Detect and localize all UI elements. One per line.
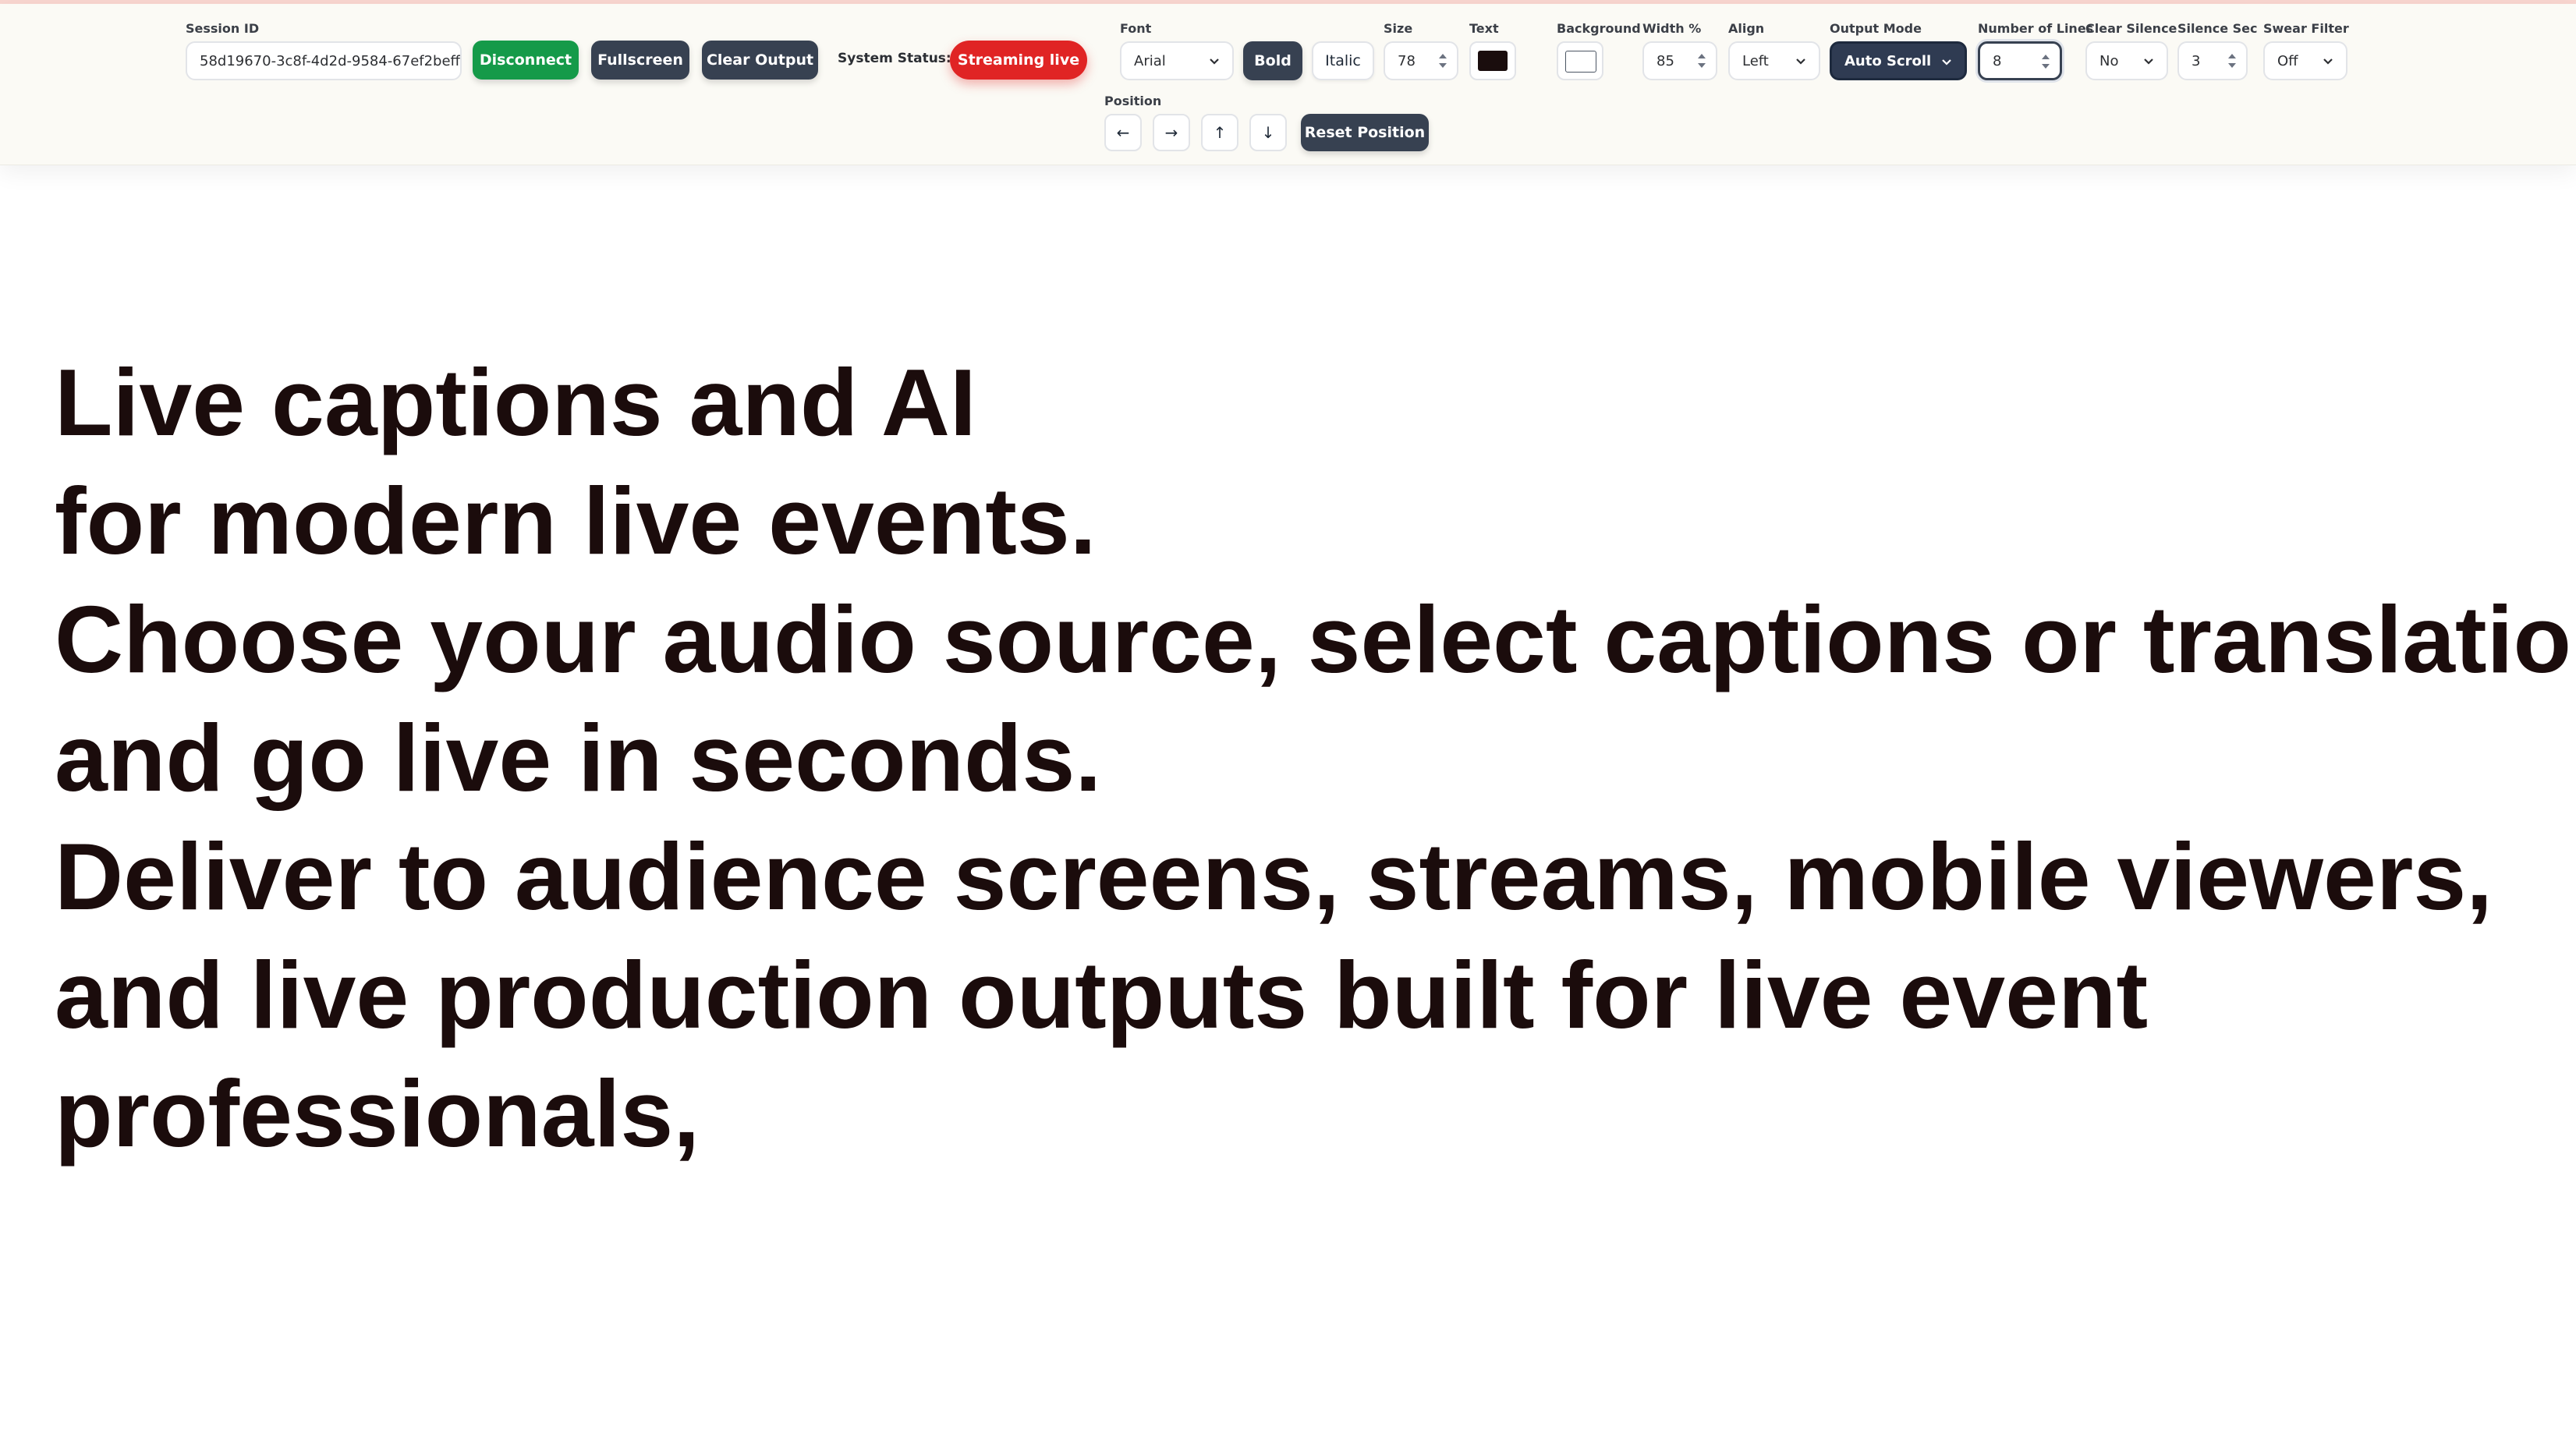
arrow-down-icon: ↓ — [1261, 123, 1275, 142]
session-id-field[interactable]: 58d19670-3c8f-4d2d-9584-67ef2beffffl — [186, 41, 462, 80]
system-status-badge: Streaming live — [950, 41, 1087, 80]
arrow-up-icon: ↑ — [1213, 123, 1227, 142]
system-status-label: System Status: — [838, 51, 951, 66]
font-label: Font — [1120, 21, 1152, 36]
move-right-button[interactable]: → — [1153, 114, 1190, 151]
text-color-swatch — [1478, 51, 1508, 71]
position-label: Position — [1104, 94, 1162, 108]
clear-silence-select[interactable]: No — [2085, 41, 2168, 80]
output-mode-label: Output Mode — [1830, 21, 1922, 36]
move-down-button[interactable]: ↓ — [1249, 114, 1287, 151]
caption-line: Deliver to audience screens, streams, mo… — [55, 823, 2493, 929]
swear-filter-select[interactable]: Off — [2263, 41, 2347, 80]
session-id-value: 58d19670-3c8f-4d2d-9584-67ef2beffffl — [200, 52, 462, 69]
chevron-down-icon — [1942, 59, 1951, 66]
size-label: Size — [1384, 21, 1413, 36]
clear-silence-label: Clear Silence — [2085, 21, 2177, 36]
background-color-picker[interactable] — [1557, 41, 1603, 80]
spinner-arrows-icon[interactable] — [2039, 50, 2052, 73]
silence-seconds-label: Silence Sec — [2177, 21, 2258, 36]
output-mode-select-value: Auto Scroll — [1844, 52, 1932, 69]
font-select[interactable]: Arial — [1120, 41, 1234, 80]
arrow-left-icon: ← — [1116, 123, 1130, 142]
move-left-button[interactable]: ← — [1104, 114, 1142, 151]
number-of-lines-value: 8 — [1993, 52, 2002, 69]
session-id-label: Session ID — [186, 21, 260, 36]
width-percent-stepper[interactable]: 85 — [1642, 41, 1717, 80]
font-select-value: Arial — [1134, 52, 1166, 69]
swear-filter-label: Swear Filter — [2263, 21, 2349, 36]
align-select-value: Left — [1742, 52, 1769, 69]
align-label: Align — [1728, 21, 1765, 36]
bold-toggle-button[interactable]: Bold — [1243, 41, 1302, 80]
caption-line: and live production outputs built for li… — [55, 942, 2149, 1048]
background-color-swatch — [1565, 51, 1596, 73]
text-color-picker[interactable] — [1469, 41, 1516, 80]
chevron-down-icon — [1210, 58, 1219, 65]
silence-seconds-value: 3 — [2192, 52, 2201, 69]
caption-line: Choose your audio source, select caption… — [55, 586, 2576, 692]
width-percent-label: Width % — [1642, 21, 1702, 36]
swear-filter-select-value: Off — [2277, 52, 2298, 69]
clear-silence-select-value: No — [2099, 52, 2119, 69]
text-color-label: Text — [1469, 21, 1499, 36]
align-select[interactable]: Left — [1728, 41, 1820, 80]
caption-line: for modern live events. — [55, 468, 1097, 574]
chevron-down-icon — [2144, 58, 2153, 65]
background-color-label: Background — [1557, 21, 1641, 36]
italic-toggle-button[interactable]: Italic — [1312, 41, 1374, 80]
output-mode-select[interactable]: Auto Scroll — [1830, 41, 1967, 80]
move-up-button[interactable]: ↑ — [1201, 114, 1238, 151]
arrow-right-icon: → — [1164, 123, 1178, 142]
number-of-lines-stepper[interactable]: 8 — [1978, 41, 2062, 80]
spinner-arrows-icon[interactable] — [1437, 49, 1449, 73]
number-of-lines-label: Number of Lines — [1978, 21, 2094, 36]
chevron-down-icon — [1796, 58, 1805, 65]
disconnect-button[interactable]: Disconnect — [473, 41, 579, 80]
spinner-arrows-icon[interactable] — [1695, 49, 1708, 73]
size-value: 78 — [1398, 52, 1416, 69]
caption-line: Live captions and AI — [55, 349, 976, 455]
silence-seconds-stepper[interactable]: 3 — [2177, 41, 2248, 80]
fullscreen-button[interactable]: Fullscreen — [591, 41, 689, 80]
caption-control-toolbar: Session ID 58d19670-3c8f-4d2d-9584-67ef2… — [0, 4, 2576, 165]
caption-line: and go live in seconds. — [55, 705, 1102, 811]
chevron-down-icon — [2323, 58, 2333, 65]
reset-position-button[interactable]: Reset Position — [1301, 114, 1429, 151]
size-stepper[interactable]: 78 — [1384, 41, 1458, 80]
clear-output-button[interactable]: Clear Output — [702, 41, 818, 80]
caption-line: professionals, — [55, 1060, 700, 1167]
spinner-arrows-icon[interactable] — [2226, 49, 2238, 73]
width-percent-value: 85 — [1657, 52, 1674, 69]
